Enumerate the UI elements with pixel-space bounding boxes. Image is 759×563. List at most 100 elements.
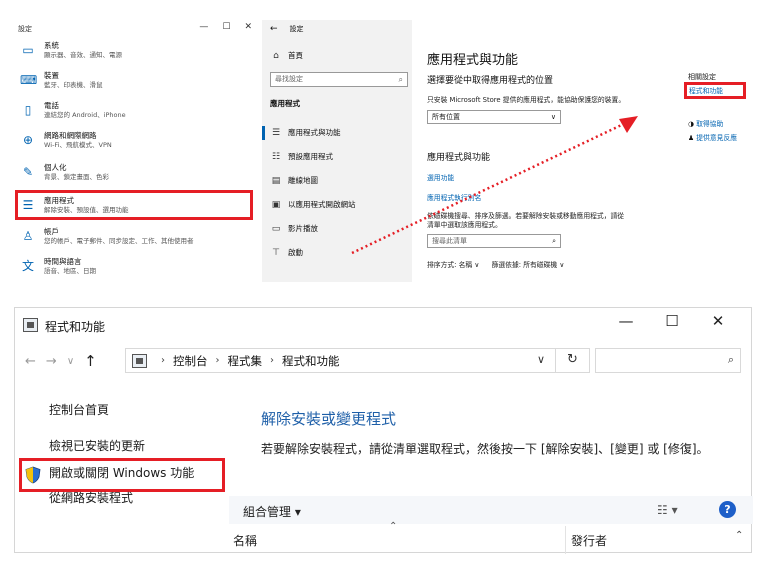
- nav-section-title: 應用程式: [270, 98, 300, 109]
- nav-default-apps[interactable]: ☷ 預設應用程式: [270, 151, 333, 162]
- section-label: 應用程式: [270, 99, 300, 108]
- nav-startup[interactable]: ⊤ 啟動: [270, 247, 303, 258]
- category-network[interactable]: ⊕ 網路和網際網路 Wi-Fi、飛航模式、VPN: [20, 128, 256, 156]
- category-desc: 藍牙、印表機、滑鼠: [44, 81, 103, 89]
- minimize-button[interactable]: —: [603, 312, 649, 330]
- help-chat-icon: ◑: [688, 120, 697, 128]
- phone-icon: ▯: [24, 103, 32, 117]
- nav-home-label: 首頁: [288, 51, 303, 60]
- category-accounts[interactable]: ♙ 帳戶 您的帳戶、電子郵件、同步設定、工作、其他使用者: [20, 224, 256, 252]
- active-indicator: [262, 126, 265, 140]
- nav-video-playback[interactable]: ▭ 影片播放: [270, 223, 318, 234]
- window-title: 設定: [18, 25, 32, 33]
- up-arrow-icon[interactable]: ↑: [84, 352, 97, 370]
- sort-control[interactable]: 排序方式: 名稱 ∨ 篩選依據: 所有磁碟機 ∨: [427, 261, 564, 270]
- person-icon: ♙: [22, 229, 34, 243]
- category-desc: 背景、鎖定畫面、色彩: [44, 173, 109, 181]
- category-desc: 您的帳戶、電子郵件、同步設定、工作、其他使用者: [44, 237, 194, 245]
- page-title: 應用程式與功能: [427, 53, 519, 68]
- nav-label: 啟動: [288, 248, 303, 257]
- get-help-link[interactable]: ◑ 取得協助: [688, 118, 723, 128]
- map-icon: ▤: [271, 175, 281, 186]
- back-arrow-icon[interactable]: ←: [25, 354, 36, 369]
- time-language-icon: 文: [21, 259, 34, 273]
- recent-locations-icon[interactable]: ∨: [67, 356, 74, 367]
- chevron-down-icon[interactable]: ∨: [537, 353, 545, 366]
- nav-label: 預設應用程式: [288, 152, 333, 161]
- category-name: 個人化: [44, 163, 67, 172]
- minimize-button[interactable]: —: [199, 22, 208, 32]
- choose-location-desc: 只安裝 Microsoft Store 提供的應用程式，能協助保護您的裝置。: [427, 96, 626, 104]
- nav-apps-features[interactable]: ☰ 應用程式與功能: [270, 127, 341, 138]
- keyboard-icon: ⌨: [20, 73, 38, 87]
- address-bar[interactable]: › 控制台 › 程式集 › 程式和功能 ∨: [125, 348, 590, 373]
- category-personalization[interactable]: ✎ 個人化 背景、鎖定畫面、色彩: [20, 160, 256, 188]
- close-button[interactable]: ✕: [695, 312, 741, 330]
- breadcrumb-item[interactable]: 程式和功能: [282, 353, 340, 369]
- annotation-arrow: [351, 116, 638, 255]
- cp-home-link[interactable]: 控制台首頁: [49, 401, 109, 418]
- chevron-down-icon: ∨: [559, 261, 565, 269]
- category-name: 時間與語言: [44, 257, 82, 266]
- page-heading: 解除安裝或變更程式: [261, 410, 397, 428]
- scroll-up-button[interactable]: ⌃: [735, 530, 743, 541]
- column-header-publisher[interactable]: 發行者: [571, 532, 607, 549]
- breadcrumb-separator: ›: [161, 355, 165, 366]
- related-link-highlight-box: [684, 82, 746, 99]
- install-from-network-link[interactable]: 從網路安裝程式: [49, 489, 133, 506]
- category-phone[interactable]: ▯ 電話 連結您的 Android、iPhone: [20, 98, 256, 126]
- search-icon: ⌕: [727, 353, 734, 366]
- settings-home-window: 設定 — ☐ ✕ ▭ 系統 顯示器、音效、通知、電源 ⌨ 裝置 藍牙、印表機、滑鼠 …: [12, 20, 260, 282]
- nav-label: 影片播放: [288, 224, 318, 233]
- breadcrumb-item[interactable]: 控制台: [173, 353, 208, 369]
- back-arrow-icon: ←: [270, 24, 278, 34]
- nav-offline-maps[interactable]: ▤ 離線地圖: [270, 175, 318, 186]
- apps-list-icon: ☰: [271, 127, 281, 138]
- choose-location-heading: 選擇要從中取得應用程式的位置: [427, 76, 554, 86]
- forward-arrow-icon[interactable]: →: [46, 354, 57, 369]
- window-controls: — ☐ ✕: [199, 22, 252, 32]
- column-header-name[interactable]: 名稱: [233, 532, 257, 549]
- category-name: 裝置: [44, 71, 59, 80]
- search-input[interactable]: ⌕: [595, 348, 741, 373]
- nav-label: 應用程式與功能: [288, 128, 341, 137]
- feedback-label: 提供意見反應: [696, 134, 738, 142]
- help-icon[interactable]: ?: [719, 501, 736, 518]
- window-title: 程式和功能: [45, 320, 106, 334]
- settings-search-input[interactable]: 尋找設定 ⌕: [270, 72, 408, 87]
- category-name: 系統: [44, 41, 59, 50]
- organize-button[interactable]: 組合管理 ▾: [243, 503, 301, 520]
- window-title: 設定: [289, 25, 304, 33]
- category-name: 網路和網際網路: [44, 131, 97, 140]
- breadcrumb-separator: ›: [215, 355, 220, 366]
- category-desc: 顯示器、音效、通知、電源: [44, 51, 122, 59]
- view-options-button[interactable]: ☷ ▾: [657, 503, 678, 517]
- breadcrumb-item[interactable]: 程式集: [228, 353, 263, 369]
- category-name: 帳戶: [44, 227, 59, 236]
- back-button[interactable]: ← 設定: [270, 24, 304, 34]
- search-icon: ⌕: [398, 75, 403, 84]
- nav-home[interactable]: ⌂ 首頁: [270, 50, 303, 61]
- category-system[interactable]: ▭ 系統 顯示器、音效、通知、電源: [20, 38, 256, 66]
- apps-highlight-box: [15, 190, 253, 220]
- brush-icon: ✎: [22, 165, 34, 179]
- window-controls: — ☐ ✕: [603, 312, 741, 330]
- column-divider[interactable]: [565, 526, 566, 554]
- get-help-label: 取得協助: [696, 120, 724, 128]
- command-bar: 組合管理 ▾ ☷ ▾ ?: [229, 496, 753, 524]
- chevron-down-icon: ∨: [474, 261, 480, 269]
- refresh-button[interactable]: ↻: [555, 348, 589, 373]
- maximize-button[interactable]: ☐: [222, 22, 230, 32]
- category-time-language[interactable]: 文 時間與語言 語音、地區、日期: [20, 254, 256, 282]
- category-desc: 語音、地區、日期: [44, 267, 96, 275]
- category-devices[interactable]: ⌨ 裝置 藍牙、印表機、滑鼠: [20, 68, 256, 96]
- view-updates-link[interactable]: 檢視已安裝的更新: [49, 437, 145, 454]
- maximize-button[interactable]: ☐: [649, 312, 695, 330]
- feedback-link[interactable]: ♟ 提供意見反應: [688, 132, 737, 142]
- composite-screenshot: 設定 — ☐ ✕ ▭ 系統 顯示器、音效、通知、電源 ⌨ 裝置 藍牙、印表機、滑鼠 …: [0, 0, 759, 563]
- search-placeholder: 尋找設定: [275, 75, 303, 83]
- close-button[interactable]: ✕: [244, 22, 252, 32]
- category-desc: 連結您的 Android、iPhone: [44, 111, 126, 119]
- sort-label: 排序方式: 名稱: [427, 261, 473, 269]
- filter-label[interactable]: 篩選依據: 所有磁碟機: [492, 261, 558, 269]
